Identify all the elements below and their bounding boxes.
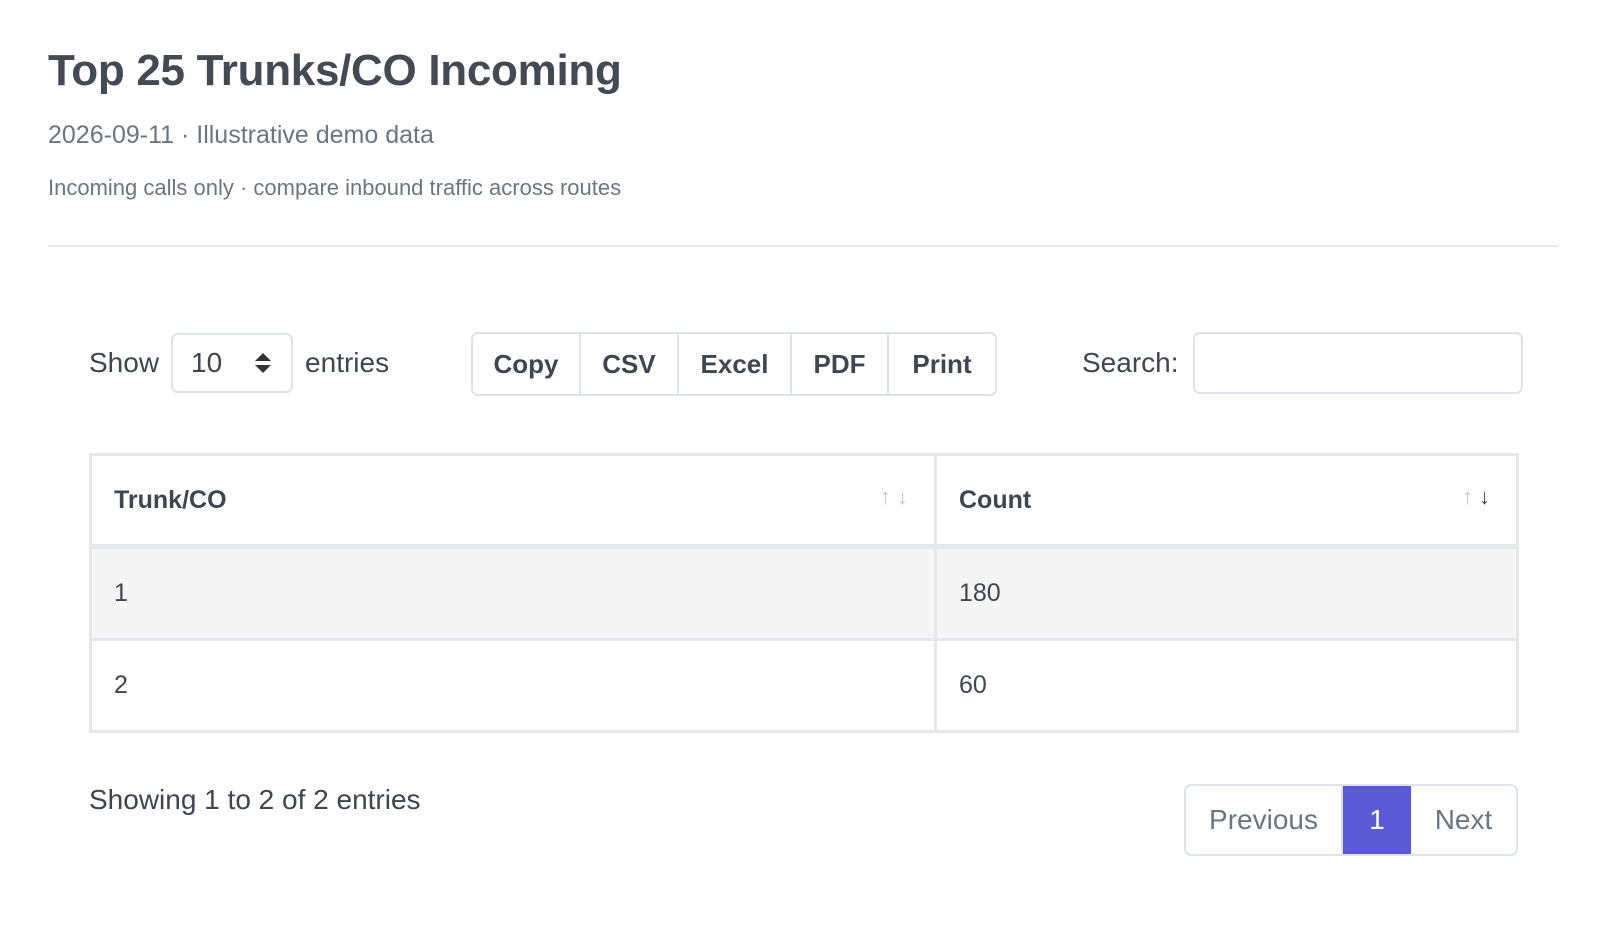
- export-button-group: Copy CSV Excel PDF Print: [471, 332, 997, 396]
- copy-button[interactable]: Copy: [473, 334, 581, 394]
- column-header-count-label: Count: [959, 485, 1032, 514]
- table-header-row: Trunk/CO ↑↓ Count ↑↓: [89, 453, 1519, 549]
- trunk-cell: 2: [89, 638, 937, 733]
- sort-descending-icon: ↑↓: [1462, 484, 1496, 509]
- csv-button[interactable]: CSV: [581, 334, 679, 394]
- column-header-trunk-label: Trunk/CO: [114, 485, 227, 514]
- trunks-table: Trunk/CO ↑↓ Count ↑↓ 1 180 2 60: [89, 453, 1519, 733]
- table-row: 1 180: [89, 545, 1519, 641]
- sort-arrows-icon: ↑↓: [880, 484, 914, 509]
- excel-button[interactable]: Excel: [679, 334, 792, 394]
- table-info-text: Showing 1 to 2 of 2 entries: [89, 784, 421, 815]
- page-subtitle: 2026-09-11 · Illustrative demo data: [48, 121, 434, 149]
- entries-length-control: Show 10 entries: [89, 332, 389, 394]
- report-page: Top 25 Trunks/CO Incoming 2026-09-11 · I…: [0, 0, 1600, 944]
- page-title: Top 25 Trunks/CO Incoming: [48, 46, 622, 95]
- select-updown-icon: [255, 353, 272, 373]
- header-divider: [48, 245, 1558, 247]
- pdf-button[interactable]: PDF: [792, 334, 889, 394]
- entries-per-page-select[interactable]: 10: [171, 333, 294, 393]
- search-input[interactable]: [1192, 332, 1523, 394]
- column-header-trunk[interactable]: Trunk/CO ↑↓: [89, 453, 937, 549]
- search-label: Search:: [1082, 347, 1179, 378]
- table-row: 2 60: [89, 638, 1519, 733]
- pagination: Previous 1 Next: [1184, 784, 1518, 856]
- previous-page-button[interactable]: Previous: [1186, 786, 1343, 854]
- page-caption: Incoming calls only · compare inbound tr…: [48, 175, 622, 200]
- count-cell: 180: [934, 545, 1519, 641]
- print-button[interactable]: Print: [889, 334, 995, 394]
- length-prefix-label: Show: [89, 347, 160, 378]
- search-control: Search:: [1082, 332, 1523, 394]
- current-page-button[interactable]: 1: [1343, 786, 1411, 854]
- length-suffix-label: entries: [305, 347, 390, 378]
- count-cell: 60: [934, 638, 1519, 733]
- column-header-count[interactable]: Count ↑↓: [934, 453, 1519, 549]
- next-page-button[interactable]: Next: [1411, 786, 1516, 854]
- trunk-cell: 1: [89, 545, 937, 641]
- entries-per-page-value: 10: [191, 347, 223, 378]
